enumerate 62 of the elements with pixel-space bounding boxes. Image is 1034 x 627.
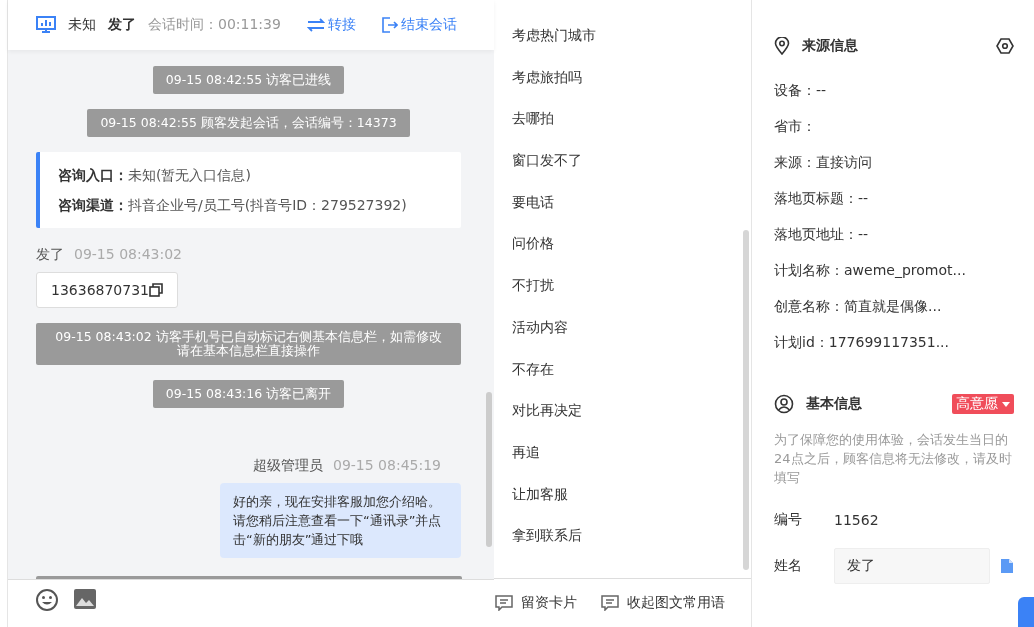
scrollbar[interactable] <box>486 392 492 547</box>
info-field: 落地页地址：-- <box>774 216 1014 252</box>
phrase-item[interactable]: 拿到联系后 <box>512 522 751 564</box>
phrase-item[interactable]: 活动内容 <box>512 313 751 356</box>
message-time: 09-15 08:45:19 <box>333 457 441 475</box>
copy-icon[interactable] <box>149 283 163 297</box>
emoji-icon[interactable] <box>35 588 59 612</box>
field-label: 姓名 <box>774 557 803 575</box>
phrase-item[interactable]: 问价格 <box>512 230 751 273</box>
phrase-item[interactable]: 去哪拍 <box>512 105 751 148</box>
settings-icon[interactable] <box>996 37 1014 55</box>
number-value: 11562 <box>834 512 879 528</box>
info-field: 计划名称：aweme_promot... <box>774 252 1014 288</box>
system-message: 09-15 08:42:55 访客已进线 <box>152 66 345 94</box>
caret-icon <box>1002 401 1010 407</box>
phrase-item[interactable]: 不打扰 <box>512 272 751 314</box>
system-message: 09-15 08:42:55 顾客发起会话，会话编号：14373 <box>87 109 410 137</box>
info-field: 设备：-- <box>774 72 1014 108</box>
message-icon <box>601 595 619 611</box>
end-session-button[interactable]: 结束会话 <box>381 16 457 34</box>
info-field: 计划id：177699117351... <box>774 324 1014 360</box>
info-field: 创意名称：简直就是偶像... <box>774 288 1014 324</box>
section-title: 基本信息 <box>806 395 862 413</box>
message-time: 09-15 08:43:02 <box>74 246 182 264</box>
sender-name: 超级管理员 <box>253 457 323 475</box>
entry-line: 咨询渠道：抖音企业号/员工号(抖音号ID：279527392) <box>58 196 408 215</box>
info-field: 落地页标题：-- <box>774 180 1014 216</box>
message-bubble: 好的亲，现在安排客服加您介绍哈。请您稍后注意查看一下“通讯录”并点击“新的朋友”通过下哦 <box>220 483 461 558</box>
monitor-icon <box>36 16 56 34</box>
phrase-item[interactable]: 考虑旅拍吗 <box>512 63 751 106</box>
phrase-action-button[interactable]: 留资卡片 <box>495 594 577 612</box>
info-field: 来源：直接访问 <box>774 144 1014 180</box>
sender-name: 发了 <box>36 246 64 264</box>
swap-arrows-icon <box>306 18 325 32</box>
system-message: 09-15 08:43:02 访客手机号已自动标记右侧基本信息栏，如需修改请在基本信息栏直接操作 <box>36 323 461 365</box>
transfer-button[interactable]: 转接 <box>306 16 356 34</box>
system-message: 09-15 08:43:16 访客已离开 <box>152 380 345 408</box>
section-title: 来源信息 <box>802 37 858 55</box>
scrollbar[interactable] <box>743 230 749 570</box>
phrase-item[interactable]: 让加客服 <box>512 480 751 523</box>
field-label: 编号 <box>774 511 803 529</box>
phrase-item[interactable]: 窗口发不了 <box>512 147 751 189</box>
intent-dropdown[interactable]: 高意愿 <box>952 394 1014 414</box>
exit-icon <box>381 17 398 33</box>
location-pin-icon <box>774 37 790 55</box>
name-field[interactable]: 发了 <box>834 548 990 584</box>
phrase-action-button[interactable]: 收起图文常用语 <box>601 594 725 612</box>
session-duration: 会话时间：00:11:39 <box>148 16 281 34</box>
phrase-item[interactable]: 对比再决定 <box>512 397 751 439</box>
phrase-item[interactable]: 考虑热门城市 <box>512 22 751 64</box>
message-icon <box>495 595 513 611</box>
info-field: 省市： <box>774 108 1014 144</box>
message-bubble: 13636870731 <box>36 272 178 308</box>
entry-line: 咨询入口：未知(暂无入口信息) <box>58 166 252 185</box>
visitor-name: 发了 <box>108 16 136 34</box>
user-icon <box>774 394 794 414</box>
image-icon[interactable] <box>73 588 97 610</box>
phrase-item[interactable]: 要电话 <box>512 188 751 231</box>
phrase-item[interactable]: 不存在 <box>512 355 751 398</box>
phrase-item[interactable]: 再追 <box>512 438 751 481</box>
notice-text: 为了保障您的使用体验，会话发生当日的24点之后，顾客信息将无法修改，请及时填写 <box>774 431 1013 487</box>
visitor-type: 未知 <box>68 16 96 34</box>
